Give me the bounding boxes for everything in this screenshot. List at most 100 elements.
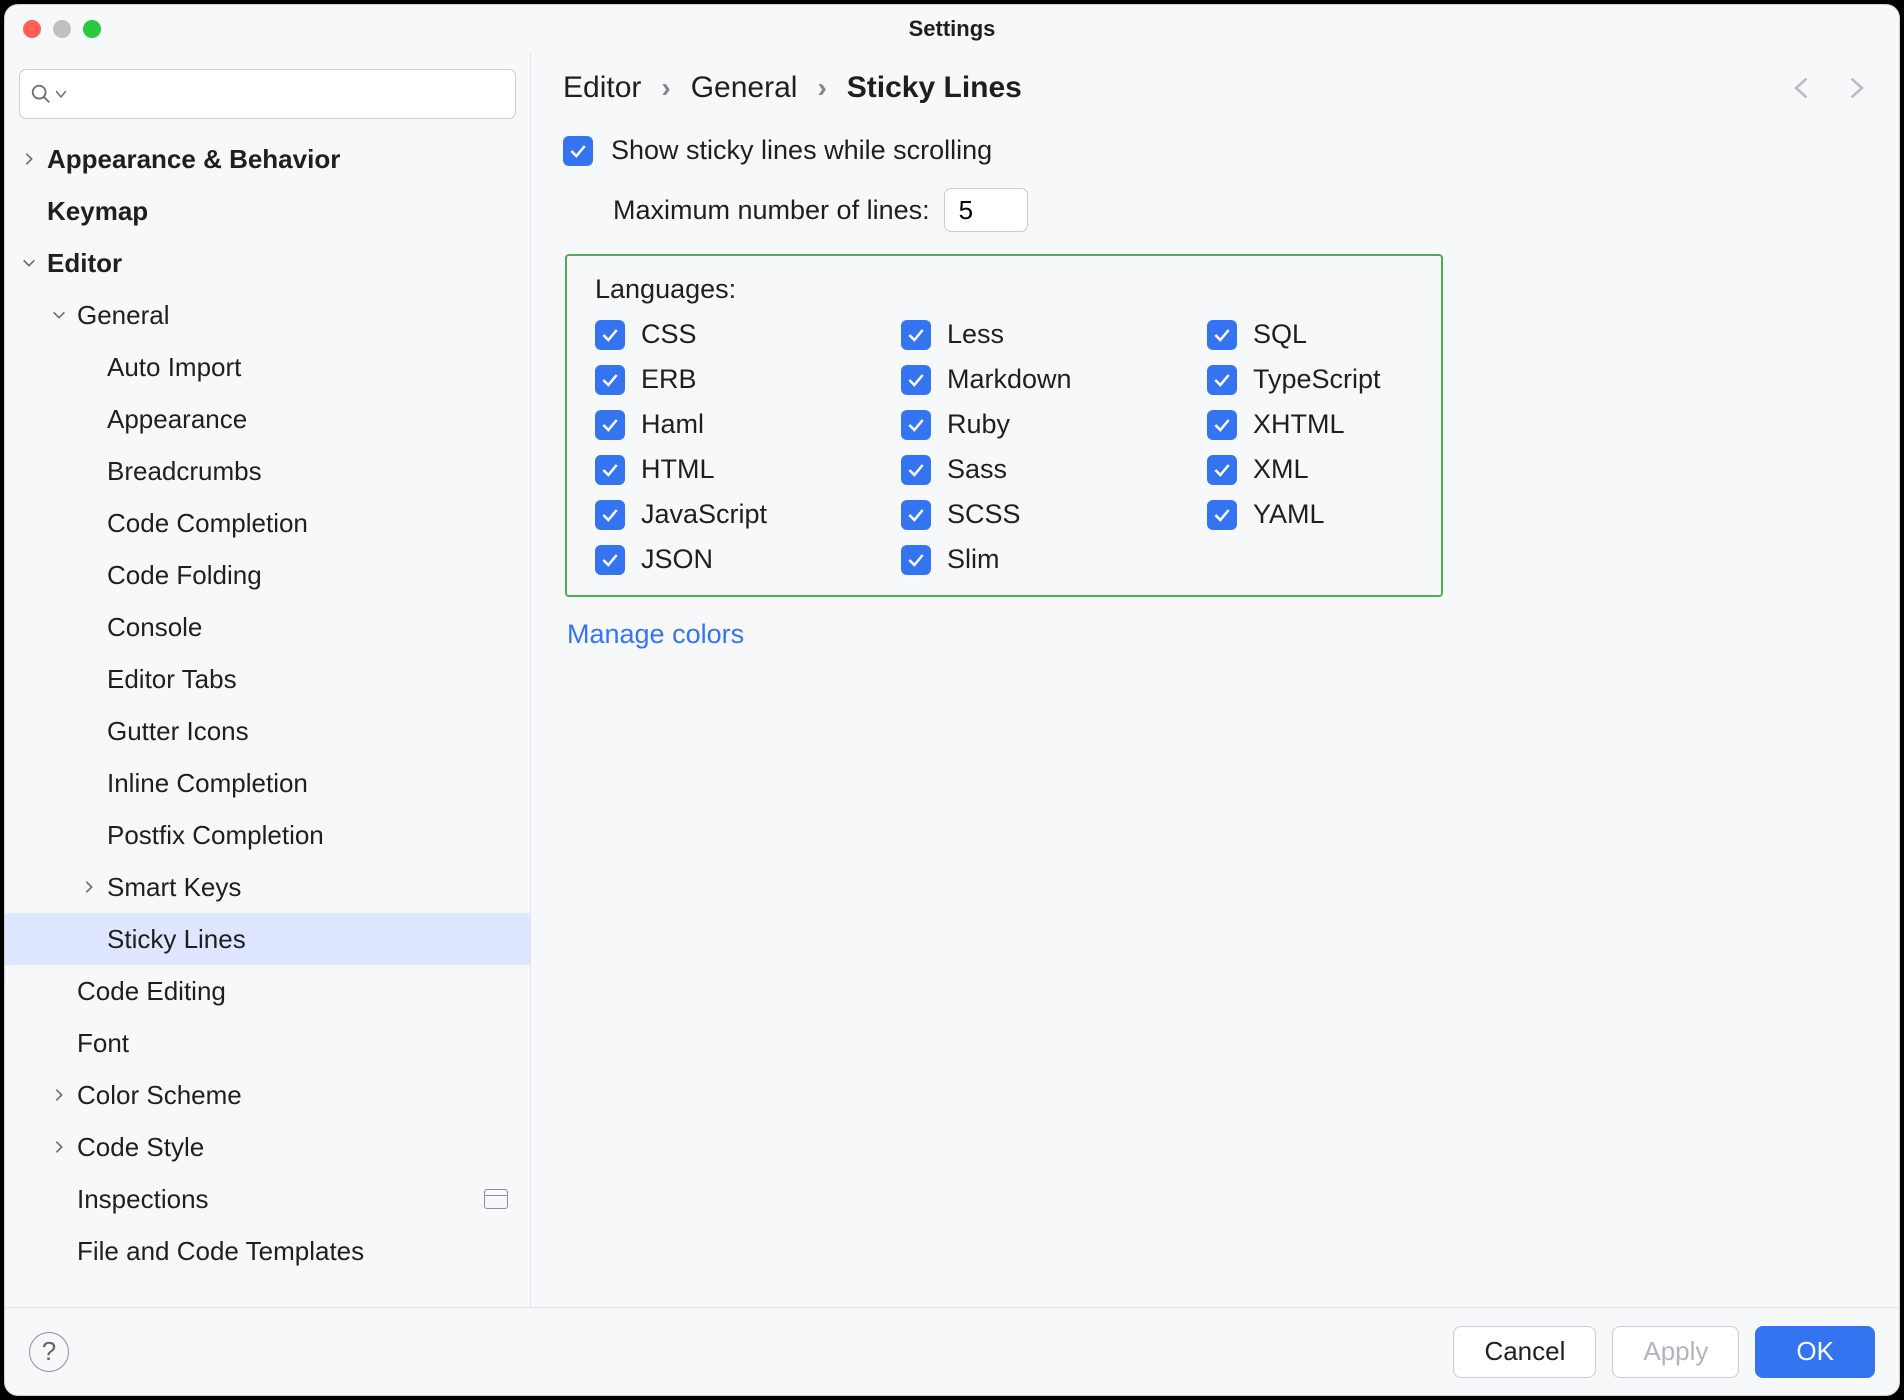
- tree-item-label: File and Code Templates: [77, 1236, 364, 1267]
- languages-grid: CSS Less SQL ERB Markdown TypeScript Ham…: [595, 319, 1413, 575]
- language-label: SCSS: [947, 499, 1021, 530]
- help-icon[interactable]: ?: [29, 1332, 69, 1372]
- language-checkbox[interactable]: [901, 410, 931, 440]
- language-cell: TypeScript: [1207, 364, 1413, 395]
- language-cell: Haml: [595, 409, 901, 440]
- chevron-down-icon[interactable]: [17, 251, 41, 275]
- tree-row[interactable]: Keymap: [5, 185, 530, 237]
- chevron-down-icon[interactable]: [47, 303, 71, 327]
- separate-window-icon[interactable]: [484, 1189, 508, 1209]
- language-label: Markdown: [947, 364, 1072, 395]
- tree-item-label: Code Folding: [107, 560, 262, 591]
- tree-row[interactable]: Code Folding: [5, 549, 530, 601]
- search-input[interactable]: [70, 81, 505, 107]
- tree-row[interactable]: Inline Completion: [5, 757, 530, 809]
- tree-row[interactable]: Code Style: [5, 1121, 530, 1173]
- show-sticky-lines-checkbox[interactable]: [563, 136, 593, 166]
- language-checkbox[interactable]: [595, 500, 625, 530]
- tree-row[interactable]: Breadcrumbs: [5, 445, 530, 497]
- tree-row[interactable]: Code Editing: [5, 965, 530, 1017]
- tree-row[interactable]: Auto Import: [5, 341, 530, 393]
- tree-row[interactable]: File and Code Templates: [5, 1225, 530, 1277]
- chevron-right-icon[interactable]: [17, 147, 41, 171]
- language-checkbox[interactable]: [1207, 500, 1237, 530]
- tree-item-label: Appearance & Behavior: [47, 144, 340, 175]
- chevron-right-icon[interactable]: [47, 1083, 71, 1107]
- tree-item-label: Code Style: [77, 1132, 204, 1163]
- language-label: XML: [1253, 454, 1309, 485]
- language-label: Haml: [641, 409, 704, 440]
- tree-row[interactable]: Sticky Lines: [5, 913, 530, 965]
- tree-item-label: Breadcrumbs: [107, 456, 262, 487]
- breadcrumb-general[interactable]: General: [691, 71, 798, 105]
- tree-item-label: Inline Completion: [107, 768, 308, 799]
- max-lines-row: Maximum number of lines:: [613, 188, 1869, 232]
- tree-row[interactable]: Code Completion: [5, 497, 530, 549]
- language-cell: XHTML: [1207, 409, 1413, 440]
- tree-row[interactable]: Editor: [5, 237, 530, 289]
- tree-item-label: Editor Tabs: [107, 664, 237, 695]
- language-checkbox[interactable]: [1207, 320, 1237, 350]
- language-checkbox[interactable]: [1207, 410, 1237, 440]
- language-label: TypeScript: [1253, 364, 1381, 395]
- tree-item-label: Code Completion: [107, 508, 308, 539]
- tree-row[interactable]: Color Scheme: [5, 1069, 530, 1121]
- max-lines-input[interactable]: [944, 188, 1028, 232]
- language-cell: Slim: [901, 544, 1207, 575]
- cancel-button[interactable]: Cancel: [1453, 1326, 1596, 1378]
- search-box[interactable]: [19, 69, 516, 119]
- back-icon[interactable]: [1789, 74, 1817, 102]
- tree-item-label: Auto Import: [107, 352, 241, 383]
- forward-icon[interactable]: [1841, 74, 1869, 102]
- settings-tree[interactable]: Appearance & Behavior Keymap Editor General…: [5, 133, 530, 1307]
- chevron-right-icon[interactable]: [47, 1135, 71, 1159]
- tree-row[interactable]: Font: [5, 1017, 530, 1069]
- language-label: JSON: [641, 544, 713, 575]
- tree-row[interactable]: Editor Tabs: [5, 653, 530, 705]
- tree-row[interactable]: Inspections: [5, 1173, 530, 1225]
- tree-row[interactable]: Postfix Completion: [5, 809, 530, 861]
- tree-row[interactable]: Smart Keys: [5, 861, 530, 913]
- language-checkbox[interactable]: [595, 320, 625, 350]
- breadcrumb-sticky-lines: Sticky Lines: [847, 71, 1022, 105]
- language-checkbox[interactable]: [901, 455, 931, 485]
- language-cell: Sass: [901, 454, 1207, 485]
- tree-item-label: General: [77, 300, 170, 331]
- tree-item-label: Font: [77, 1028, 129, 1059]
- ok-button[interactable]: OK: [1755, 1326, 1875, 1378]
- language-cell: ERB: [595, 364, 901, 395]
- main-panel: Editor › General › Sticky Lines Show sti…: [531, 53, 1899, 1307]
- language-checkbox[interactable]: [901, 320, 931, 350]
- sidebar: Appearance & Behavior Keymap Editor General…: [5, 53, 531, 1307]
- language-cell: HTML: [595, 454, 901, 485]
- language-checkbox[interactable]: [901, 365, 931, 395]
- tree-row[interactable]: Console: [5, 601, 530, 653]
- breadcrumb-editor[interactable]: Editor: [563, 71, 641, 105]
- language-checkbox[interactable]: [595, 455, 625, 485]
- search-wrap: [5, 63, 530, 133]
- language-checkbox[interactable]: [595, 545, 625, 575]
- tree-item-label: Smart Keys: [107, 872, 241, 903]
- tree-row[interactable]: Gutter Icons: [5, 705, 530, 757]
- tree-row[interactable]: Appearance & Behavior: [5, 133, 530, 185]
- tree-row[interactable]: Appearance: [5, 393, 530, 445]
- language-checkbox[interactable]: [1207, 365, 1237, 395]
- tree-row[interactable]: General: [5, 289, 530, 341]
- language-checkbox[interactable]: [595, 365, 625, 395]
- apply-button[interactable]: Apply: [1612, 1326, 1739, 1378]
- search-history-caret-icon[interactable]: [56, 87, 66, 101]
- language-label: YAML: [1253, 499, 1325, 530]
- footer: ? Cancel Apply OK: [5, 1307, 1899, 1395]
- manage-colors-link[interactable]: Manage colors: [567, 619, 1869, 650]
- language-label: ERB: [641, 364, 697, 395]
- tree-item-label: Editor: [47, 248, 122, 279]
- language-checkbox[interactable]: [901, 545, 931, 575]
- language-checkbox[interactable]: [1207, 455, 1237, 485]
- language-cell: YAML: [1207, 499, 1413, 530]
- tree-item-label: Sticky Lines: [107, 924, 246, 955]
- language-checkbox[interactable]: [901, 500, 931, 530]
- titlebar: Settings: [5, 5, 1899, 53]
- chevron-right-icon[interactable]: [77, 875, 101, 899]
- body: Appearance & Behavior Keymap Editor General…: [5, 53, 1899, 1307]
- language-checkbox[interactable]: [595, 410, 625, 440]
